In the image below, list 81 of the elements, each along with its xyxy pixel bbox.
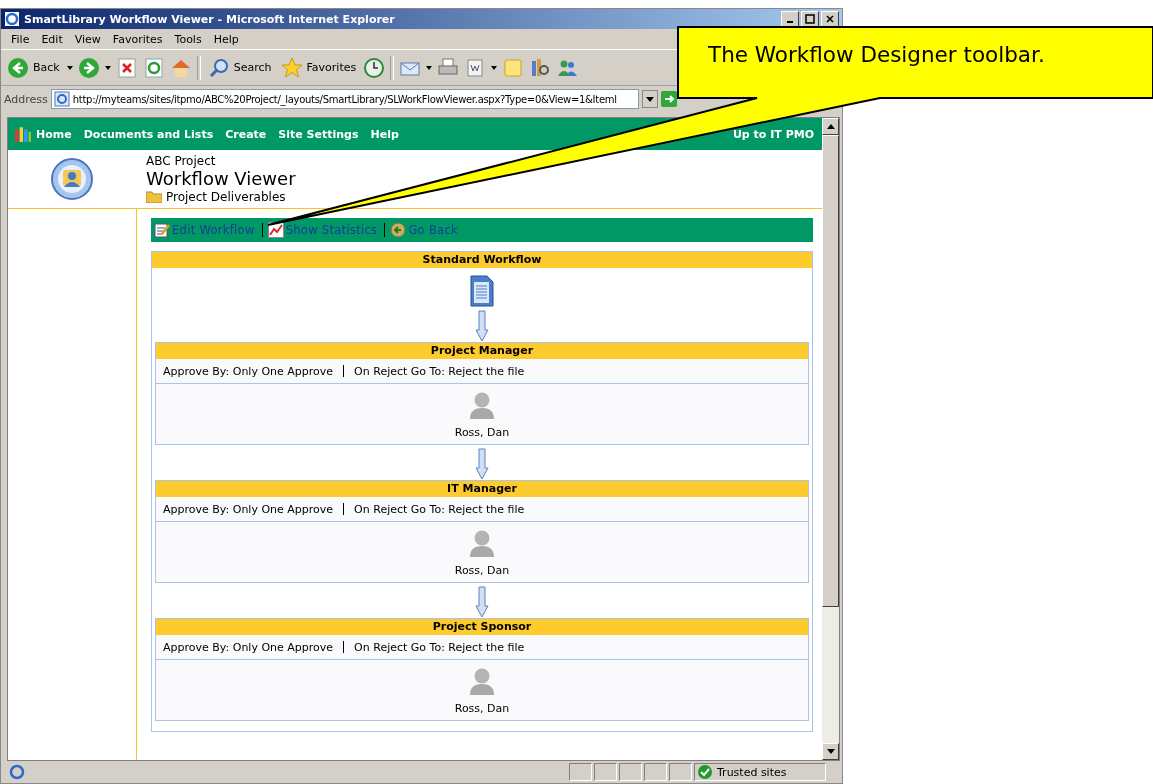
close-button[interactable] (821, 11, 839, 27)
refresh-icon[interactable] (142, 56, 165, 79)
down-arrow-icon (475, 586, 489, 618)
window-title: SmartLibrary Workflow Viewer - Microsoft Internet Explorer (24, 12, 395, 26)
status-pane (669, 763, 692, 781)
site-name: ABC Project (146, 154, 217, 168)
address-label: Address (4, 92, 48, 106)
step-title: Project Manager (156, 343, 808, 359)
nav-link[interactable]: Help (370, 127, 399, 141)
breadcrumb-link[interactable]: Project Deliverables (166, 190, 286, 204)
history-icon[interactable] (363, 56, 386, 79)
nav-link[interactable]: Up to IT PMO (732, 127, 814, 141)
person-name: Ross, Dan (454, 564, 510, 577)
on-reject-text: On Reject Go To: Reject the file (354, 364, 525, 378)
down-arrow-icon (475, 310, 489, 342)
close-icon (825, 14, 835, 24)
star-icon (280, 56, 303, 79)
logo-icon (14, 125, 32, 143)
address-field[interactable]: http://myteams/sites/itpmo/ABC%20Project/_layouts/SmartLibrary/SLWorkFlowViewer.aspx?Type=0&View=1&Iteml (50, 89, 639, 109)
caret-icon[interactable] (491, 65, 498, 70)
menu-item[interactable]: Tools (170, 32, 206, 46)
down-arrow-icon (826, 749, 835, 754)
status-pane (619, 763, 642, 781)
menu-item[interactable]: File (7, 32, 34, 46)
approve-by-text: Approve By: Only One Approve (163, 502, 334, 516)
scrollbar[interactable] (822, 118, 839, 760)
document-icon (470, 275, 494, 307)
status-pane (569, 763, 592, 781)
site-logo-icon (50, 157, 94, 201)
search-button[interactable]: Search (205, 54, 274, 81)
folder-icon (146, 191, 162, 203)
caret-icon[interactable] (66, 65, 73, 70)
edit-icon (154, 222, 170, 238)
approve-by-text: Approve By: Only One Approve (163, 364, 334, 378)
step-title: IT Manager (156, 481, 808, 497)
person-icon (467, 666, 497, 696)
back-button[interactable]: Back (5, 54, 62, 81)
page-icon (9, 764, 25, 780)
caret-icon[interactable] (426, 65, 433, 70)
menu-item[interactable]: View (70, 32, 105, 46)
caret-icon (645, 96, 654, 102)
scroll-thumb[interactable] (822, 135, 839, 607)
person-name: Ross, Dan (454, 702, 510, 715)
nav-link[interactable]: Home (36, 127, 72, 141)
minimize-button[interactable] (781, 11, 799, 27)
up-arrow-icon (826, 124, 835, 129)
workflow-title: Standard Workflow (152, 252, 812, 268)
books-icon[interactable] (529, 56, 552, 79)
person-icon (467, 528, 497, 558)
stop-icon[interactable] (115, 56, 138, 79)
maximize-button[interactable] (801, 11, 819, 27)
maximize-icon (805, 14, 815, 24)
down-arrow-icon (475, 448, 489, 480)
minimize-icon (787, 21, 793, 23)
page-title: Workflow Viewer (146, 168, 296, 190)
favorites-button[interactable]: Favorites (278, 54, 359, 81)
scroll-down-button[interactable] (822, 743, 839, 760)
nav-link[interactable]: Documents and Lists (83, 127, 214, 141)
search-icon (207, 56, 230, 79)
browser-icon (4, 11, 20, 27)
dropdown-button[interactable] (641, 90, 658, 108)
status-pane (594, 763, 617, 781)
menu-item[interactable]: Edit (37, 32, 67, 46)
step-title: Project Sponsor (156, 619, 808, 635)
on-reject-text: On Reject Go To: Reject the file (354, 502, 525, 516)
menu-item[interactable]: Favorites (108, 32, 167, 46)
person-name: Ross, Dan (454, 426, 510, 439)
menu-item[interactable]: Help (209, 32, 243, 46)
check-icon (697, 764, 713, 780)
nav-link[interactable]: Site Settings (278, 127, 359, 141)
callout-text: The Workflow Designer toolbar. (708, 42, 1045, 67)
caret-icon[interactable] (104, 65, 111, 70)
scroll-up-button[interactable] (822, 118, 839, 135)
page-icon (53, 91, 70, 107)
on-reject-text: On Reject Go To: Reject the file (354, 640, 525, 654)
nav-link[interactable]: Create (225, 127, 267, 141)
back-icon (7, 56, 29, 79)
status-pane (644, 763, 667, 781)
security-zone: Trusted sites (717, 765, 787, 779)
approve-by-text: Approve By: Only One Approve (163, 640, 334, 654)
person-icon (467, 390, 497, 420)
